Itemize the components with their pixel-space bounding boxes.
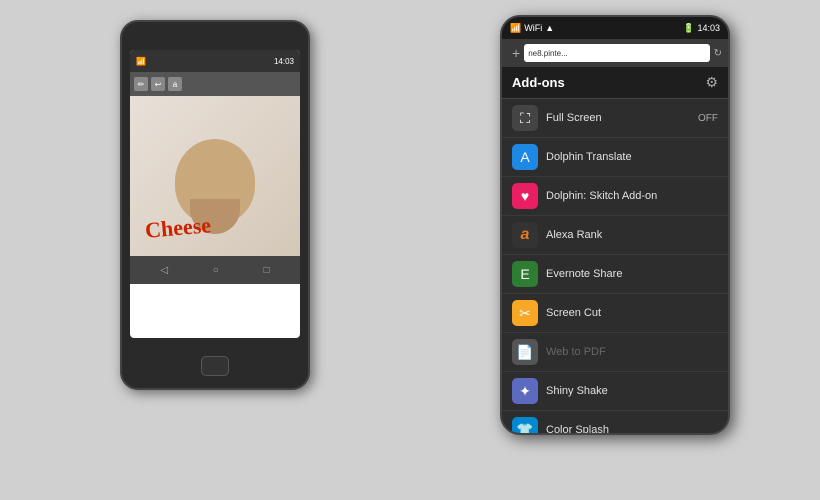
evernote-label: Evernote Share [546, 268, 718, 280]
alexa-icon: a [512, 222, 538, 248]
battery-icon: 🔋 [683, 23, 694, 34]
nav-recent-left[interactable]: □ [264, 265, 270, 276]
wifi-icon: WiFi [524, 23, 542, 33]
settings-icon[interactable]: ⚙ [705, 74, 718, 91]
addon-item-webtopdf[interactable]: 📄 Web to PDF [502, 333, 728, 372]
status-bar-left-icons: 📶 WiFi ▲ [510, 23, 554, 34]
addons-header: Add-ons ⚙ [502, 67, 728, 99]
nav-home-left[interactable]: ○ [213, 265, 219, 276]
screencut-icon: ✂ [512, 300, 538, 326]
shiny-icon: ✦ [512, 378, 538, 404]
fullscreen-icon: ⛶ [512, 105, 538, 131]
screencut-label: Screen Cut [546, 307, 718, 319]
addons-title: Add-ons [512, 75, 565, 90]
dog-image-area: Cheese [130, 96, 300, 256]
phone-left: 📶 14:03 ✏ ↩ a Cheese ◁ ○ □ [120, 20, 310, 390]
clock: 14:03 [697, 23, 720, 33]
scene: 📶 14:03 ✏ ↩ a Cheese ◁ ○ □ 📶 [0, 0, 820, 500]
home-button-left[interactable] [201, 356, 229, 376]
webtopdf-icon: 📄 [512, 339, 538, 365]
addon-item-fullscreen[interactable]: ⛶ Full Screen OFF [502, 99, 728, 138]
skitch-icon: ♥ [512, 183, 538, 209]
signal-icon: ▲ [545, 23, 554, 33]
phone-left-screen: 📶 14:03 ✏ ↩ a Cheese ◁ ○ □ [130, 50, 300, 338]
addon-item-alexa[interactable]: a Alexa Rank [502, 216, 728, 255]
translate-icon: A [512, 144, 538, 170]
reload-icon[interactable]: ↻ [714, 48, 722, 59]
shiny-label: Shiny Shake [546, 385, 718, 397]
webtopdf-label: Web to PDF [546, 346, 718, 358]
skitch-label: Dolphin: Skitch Add-on [546, 190, 718, 202]
alexa-label: Alexa Rank [546, 229, 718, 241]
browser-bar: + ne8.pinte... ↻ [502, 39, 728, 67]
phone-left-status-bar: 📶 14:03 [130, 50, 300, 72]
fullscreen-label: Full Screen [546, 112, 690, 124]
addon-item-translate[interactable]: A Dolphin Translate [502, 138, 728, 177]
cheese-text: Cheese [144, 212, 212, 244]
toolbar-icon-pencil[interactable]: ✏ [134, 77, 148, 91]
addon-item-colorsplash[interactable]: 👕 Color Splash [502, 411, 728, 435]
colorsplash-label: Color Splash [546, 424, 718, 435]
new-tab-button[interactable]: + [512, 45, 520, 61]
evernote-icon: E [512, 261, 538, 287]
addon-item-evernote[interactable]: E Evernote Share [502, 255, 728, 294]
addon-item-skitch[interactable]: ♥ Dolphin: Skitch Add-on [502, 177, 728, 216]
network-icon: 📶 [510, 23, 521, 34]
addon-item-shiny[interactable]: ✦ Shiny Shake [502, 372, 728, 411]
toolbar-icon-text[interactable]: a [168, 77, 182, 91]
nav-back-left[interactable]: ◁ [160, 265, 168, 276]
url-bar[interactable]: ne8.pinte... [524, 44, 709, 62]
status-icons-left: 📶 [136, 57, 146, 66]
phone-right: 📶 WiFi ▲ 🔋 14:03 + ne8.pinte... ↻ Add-on… [500, 15, 730, 435]
toolbar-icon-undo[interactable]: ↩ [151, 77, 165, 91]
url-text: ne8.pinte... [528, 49, 568, 58]
addon-item-screencut[interactable]: ✂ Screen Cut [502, 294, 728, 333]
status-bar-right: 📶 WiFi ▲ 🔋 14:03 [502, 17, 728, 39]
status-bar-right-icons: 🔋 14:03 [683, 23, 720, 34]
colorsplash-icon: 👕 [512, 417, 538, 435]
addons-panel: ⛶ Full Screen OFF A Dolphin Translate ♥ … [502, 99, 728, 435]
status-time-left: 14:03 [274, 57, 294, 66]
dog-face [175, 139, 255, 224]
phone-left-bottom-bar: ◁ ○ □ [130, 256, 300, 284]
phone-left-toolbar: ✏ ↩ a [130, 72, 300, 96]
fullscreen-badge: OFF [698, 113, 718, 124]
translate-label: Dolphin Translate [546, 151, 718, 163]
